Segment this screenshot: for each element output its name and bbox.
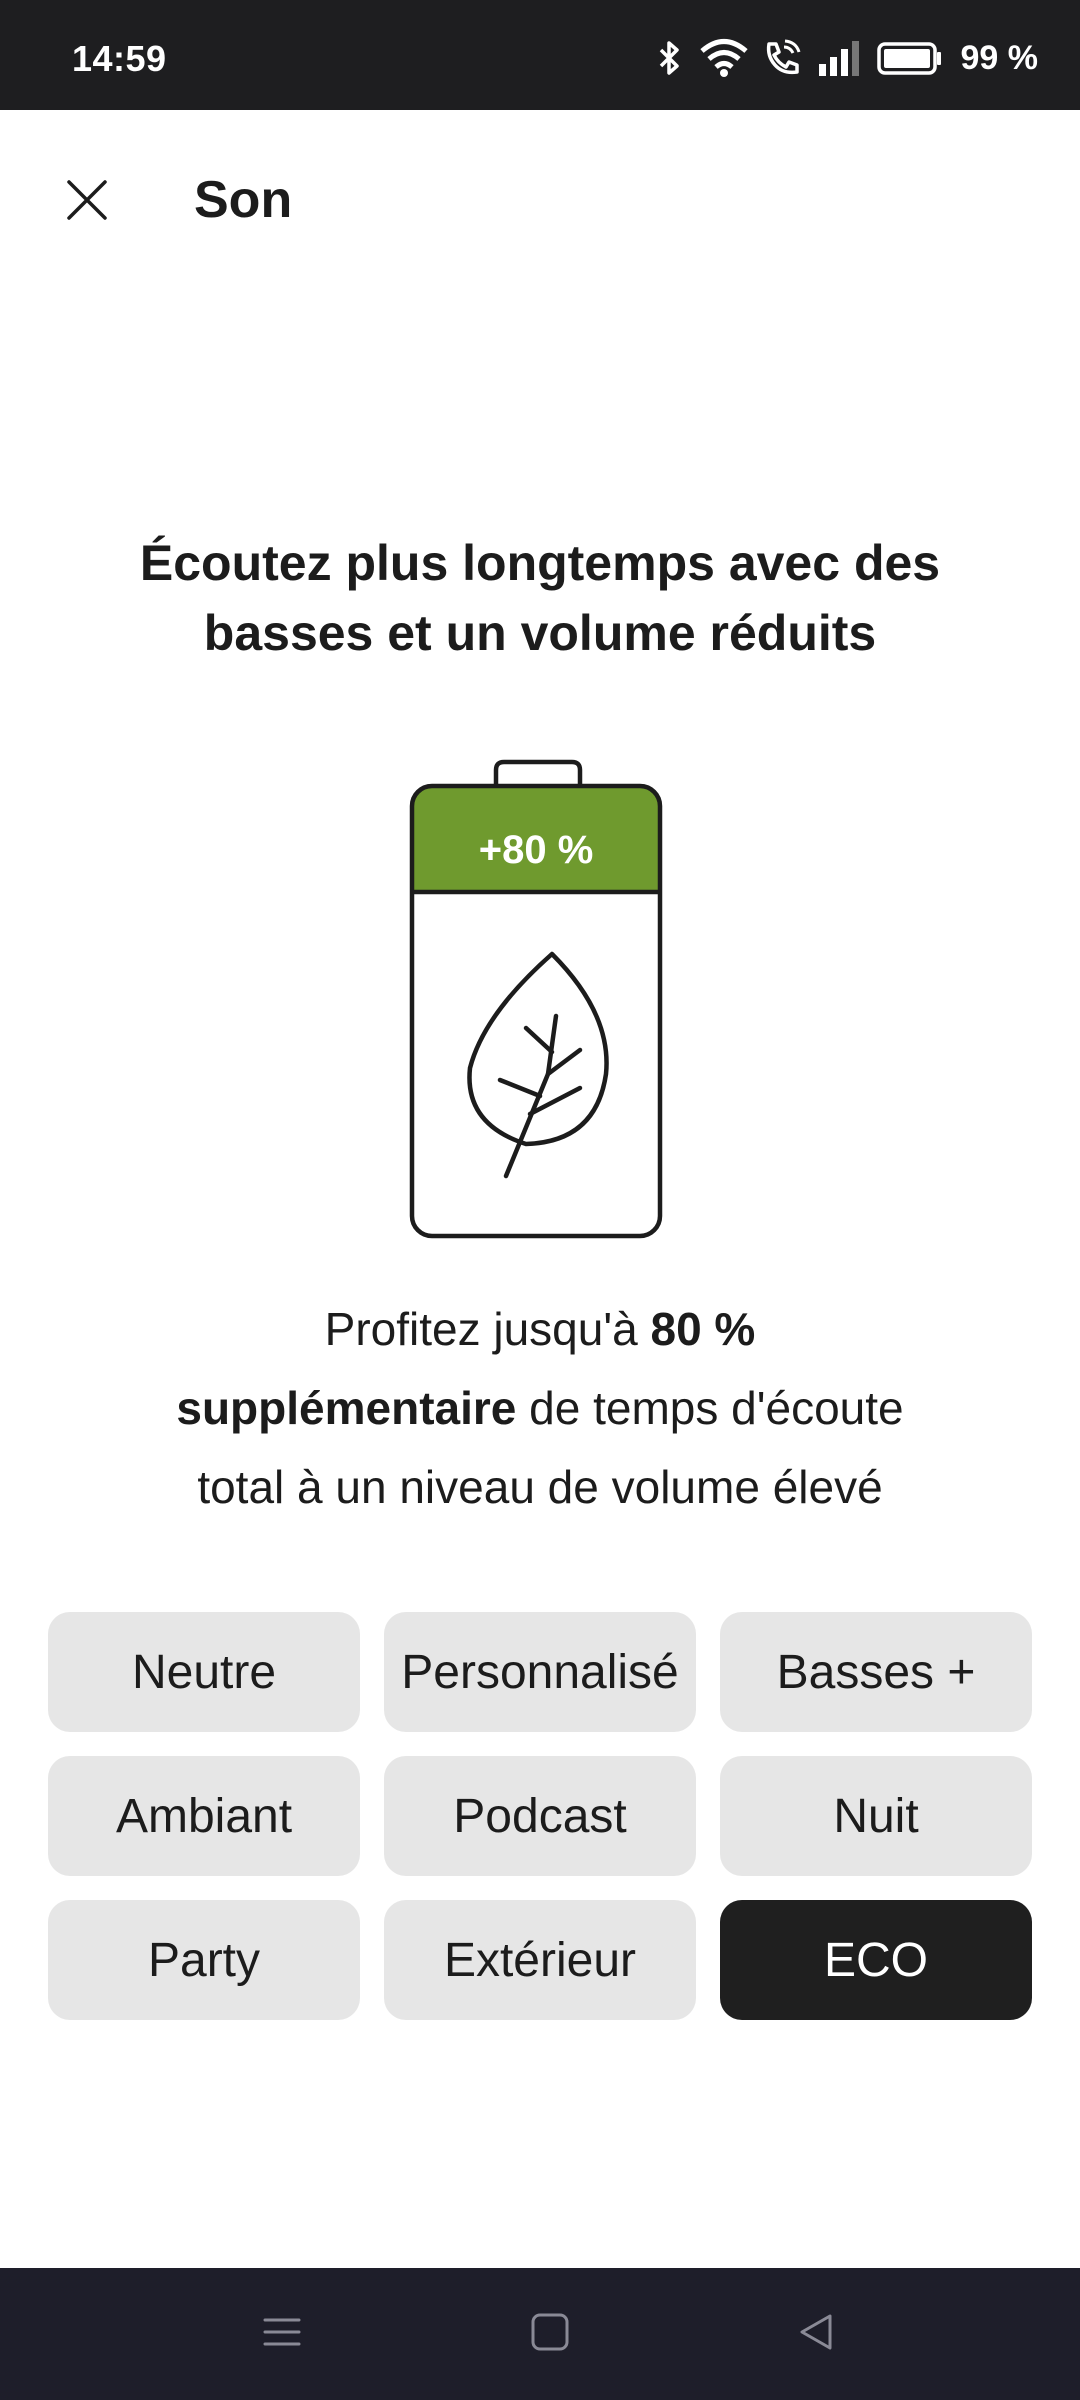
status-icons: 99 % — [655, 38, 1039, 78]
battery-percentage: 99 % — [960, 38, 1039, 77]
back-icon — [796, 2312, 836, 2357]
header: Son — [0, 110, 1080, 290]
preset-personnalise-button[interactable]: Personnalisé — [384, 1612, 696, 1732]
status-bar: 14:59 99 % — [0, 0, 1080, 110]
description: Profitez jusqu'à 80 % supplémentaire de … — [120, 1290, 960, 1527]
preset-basses-plus-button[interactable]: Basses + — [720, 1612, 1032, 1732]
battery-illustration: +80 % — [408, 758, 664, 1242]
recent-apps-button[interactable] — [252, 2304, 312, 2364]
close-button[interactable] — [50, 165, 124, 239]
preset-ambiant-button[interactable]: Ambiant — [48, 1756, 360, 1876]
preset-party-button[interactable]: Party — [48, 1900, 360, 2020]
home-button[interactable] — [520, 2304, 580, 2364]
preset-neutre-button[interactable]: Neutre — [48, 1612, 360, 1732]
headline-line-1: Écoutez plus longtemps avec des — [139, 535, 941, 591]
menu-icon — [262, 2312, 302, 2357]
navigation-bar — [0, 2268, 1080, 2400]
sound-preset-grid: Neutre Personnalisé Basses + Ambiant Pod… — [48, 1612, 1032, 2020]
home-icon — [530, 2312, 570, 2357]
description-highlight: 80 % — [650, 1303, 756, 1355]
page-title: Son — [194, 171, 293, 229]
description-line-3: total à un niveau de volume élevé — [197, 1461, 883, 1513]
preset-exterieur-button[interactable]: Extérieur — [384, 1900, 696, 2020]
preset-podcast-button[interactable]: Podcast — [384, 1756, 696, 1876]
headline: Écoutez plus longtemps avec des basses e… — [100, 528, 980, 668]
wifi-call-icon — [763, 38, 803, 78]
preset-eco-button[interactable]: ECO — [720, 1900, 1032, 2020]
status-time: 14:59 — [72, 38, 167, 79]
leaf-icon — [467, 951, 609, 1179]
description-text: Profitez jusqu'à — [324, 1303, 651, 1355]
bluetooth-icon — [655, 38, 685, 78]
description-highlight: supplémentaire — [176, 1382, 517, 1434]
description-line-2: supplémentaire de temps d'écoute — [120, 1369, 960, 1448]
wifi-icon — [699, 38, 749, 78]
description-line-1: Profitez jusqu'à 80 % — [120, 1290, 960, 1369]
preset-nuit-button[interactable]: Nuit — [720, 1756, 1032, 1876]
close-icon — [66, 179, 108, 226]
headline-line-2: basses et un volume réduits — [203, 605, 877, 661]
description-text: de temps d'écoute — [516, 1382, 904, 1434]
battery-icon — [876, 38, 943, 78]
back-button[interactable] — [786, 2304, 846, 2364]
battery-badge: +80 % — [478, 828, 594, 872]
signal-icon — [817, 38, 863, 78]
